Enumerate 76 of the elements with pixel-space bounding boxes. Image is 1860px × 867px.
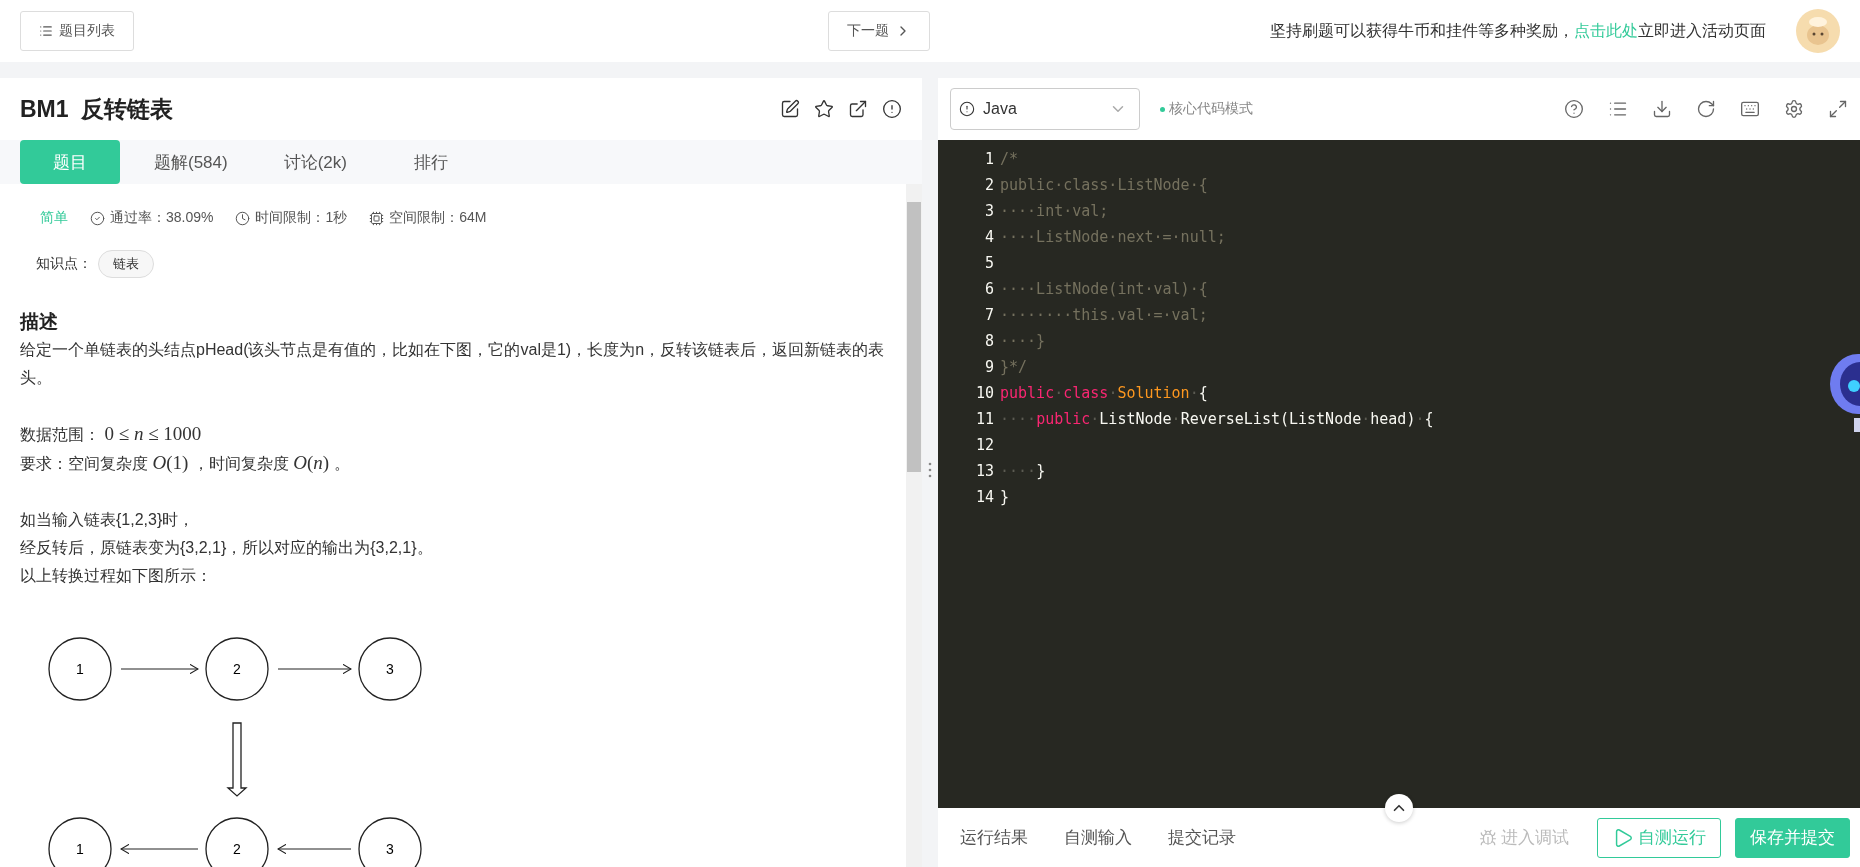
- line-number: 14: [974, 488, 995, 506]
- description-text: 经反转后，原链表变为{3,2,1}，所以对应的输出为{3,2,1}。: [20, 538, 434, 558]
- edit-icon[interactable]: [780, 99, 800, 119]
- code-mode-label: 核心代码模式: [1160, 100, 1253, 118]
- list-node: 1: [48, 637, 112, 701]
- keyboard-icon[interactable]: [1740, 99, 1760, 119]
- scrollbar[interactable]: [906, 184, 922, 867]
- line-number: 5: [983, 254, 995, 272]
- code-line: ····}: [1000, 332, 1046, 350]
- meta-text: 空间限制：64M: [389, 209, 487, 227]
- list-node: 2: [205, 817, 269, 867]
- problem-title: BM1 反转链表: [20, 94, 174, 124]
- line-number: 12: [974, 436, 995, 454]
- code-line: ········this.val·=·val;: [1000, 306, 1208, 324]
- knowledge-label: 知识点：: [36, 255, 92, 273]
- console-tab[interactable]: 提交记录: [1168, 826, 1254, 849]
- list-node: 1: [48, 817, 112, 867]
- list-node: 3: [358, 637, 422, 701]
- language-select[interactable]: Java: [950, 88, 1140, 130]
- promo-text: 坚持刷题可以获得牛币和挂件等多种奖励，点击此处立即进入活动页面: [1270, 20, 1766, 41]
- line-number: 13: [974, 462, 995, 480]
- code-line: }: [1000, 488, 1010, 506]
- next-problem-button[interactable]: 下一题: [828, 11, 930, 51]
- chip-icon: [369, 210, 385, 226]
- difficulty-label: 简单: [40, 209, 68, 227]
- code-line: ····ListNode·next·=·null;: [1000, 228, 1226, 246]
- description-text: 要求：空间复杂度 O(1) ，时间复杂度 O(n) 。: [20, 451, 351, 475]
- description-text: 数据范围： 0 ≤ n ≤ 1000: [20, 422, 203, 446]
- refresh-icon[interactable]: [1696, 99, 1716, 119]
- line-number: 10: [974, 384, 995, 402]
- expand-icon[interactable]: [1828, 99, 1848, 119]
- problem-list-button[interactable]: 题目列表: [20, 11, 134, 51]
- line-number: 7: [983, 306, 995, 324]
- problem-tab[interactable]: 题解(584): [132, 140, 250, 184]
- meta-text: 通过率：38.09%: [110, 209, 214, 227]
- list-icon: [39, 24, 53, 38]
- console-tab[interactable]: 运行结果: [960, 826, 1046, 849]
- line-number: 11: [974, 410, 995, 428]
- settings-icon[interactable]: [1784, 99, 1804, 119]
- code-line: public·class·Solution·{: [1000, 384, 1208, 402]
- collapse-button[interactable]: [1385, 794, 1413, 822]
- code-line: ····}: [1000, 462, 1046, 480]
- external-link-icon[interactable]: [848, 99, 868, 119]
- clock-icon: [235, 210, 251, 226]
- description-text: 以上转换过程如下图所示：: [20, 566, 213, 586]
- meta-text: 时间限制：1秒: [255, 209, 348, 227]
- list-node: 3: [358, 817, 422, 867]
- code-line: ····int·val;: [1000, 202, 1109, 220]
- code-line: /*: [1000, 150, 1019, 168]
- problem-tab[interactable]: 讨论(2k): [261, 140, 369, 184]
- topic-tag[interactable]: 链表: [98, 250, 154, 278]
- description-text: 如当输入链表{1,2,3}时，: [20, 510, 196, 530]
- line-number: 9: [983, 358, 995, 376]
- code-line: }*/: [1000, 358, 1028, 376]
- bug-icon: [1479, 828, 1497, 847]
- download-icon[interactable]: [1652, 99, 1672, 119]
- line-number: 6: [983, 280, 995, 298]
- line-number: 8: [983, 332, 995, 350]
- drag-handle-icon[interactable]: [927, 462, 933, 478]
- line-number: 4: [983, 228, 995, 246]
- description-heading: 描述: [20, 310, 59, 334]
- code-line: ····public·ListNode·ReverseList(ListNode·head)·{: [1000, 410, 1434, 428]
- line-number: 2: [983, 176, 995, 194]
- problem-tab[interactable]: 排行: [380, 140, 481, 184]
- alert-icon[interactable]: [882, 99, 902, 119]
- code-line: ····ListNode(int·val)·{: [1000, 280, 1208, 298]
- info-icon: [959, 101, 975, 117]
- help-icon[interactable]: [1564, 99, 1584, 119]
- description-text: 给定一个单链表的头结点pHead(该头节点是有值的，比如在下图，它的val是1)，长度为n，反转该链表后，返回新链表的表头。: [20, 340, 886, 388]
- star-icon[interactable]: [814, 99, 834, 119]
- console-tab[interactable]: 自测输入: [1064, 826, 1150, 849]
- line-number: 3: [983, 202, 995, 220]
- list-node: 2: [205, 637, 269, 701]
- check-circle-icon: [90, 210, 105, 226]
- line-number: 1: [983, 150, 995, 168]
- code-line: public·class·ListNode·{: [1000, 176, 1208, 194]
